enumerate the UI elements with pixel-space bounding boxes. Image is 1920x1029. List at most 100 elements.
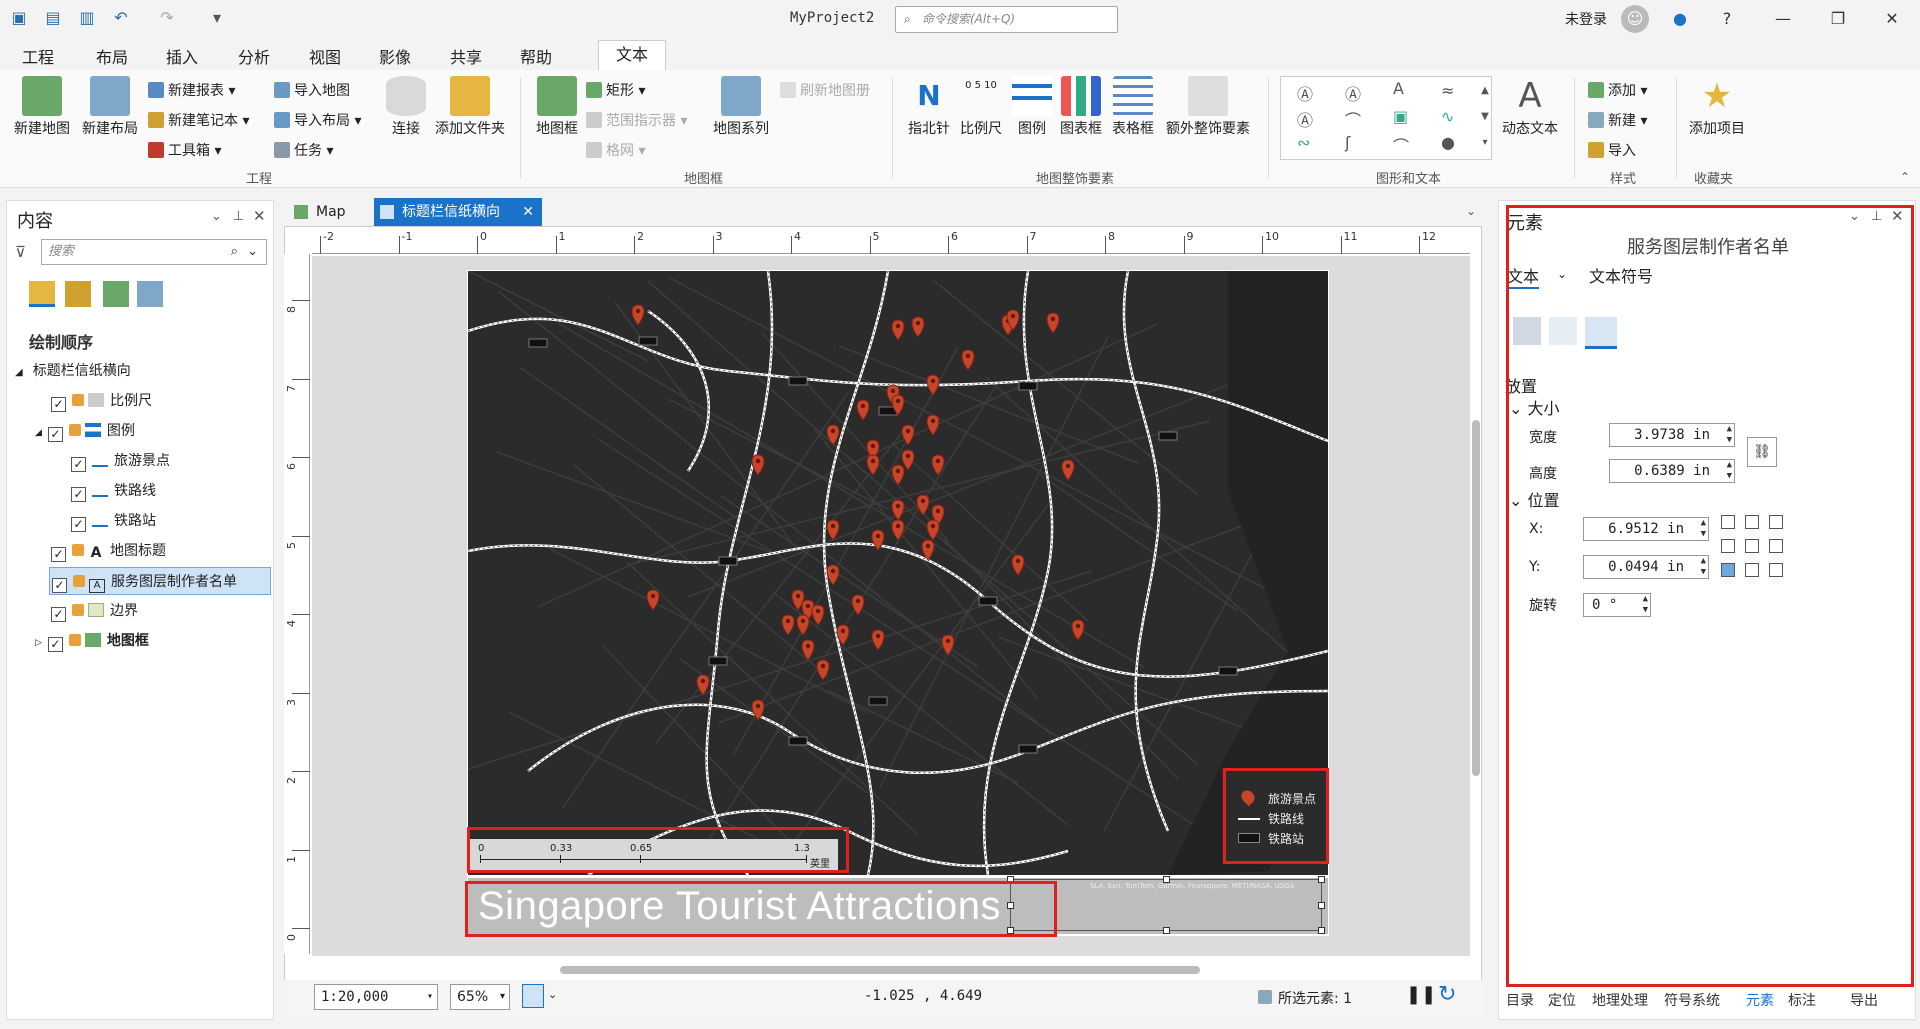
visibility-checkbox[interactable]: ✓ — [71, 487, 86, 502]
layer-row-map-frame[interactable]: ▷ ✓ 地图框 — [35, 629, 149, 653]
tab-geoprocessing[interactable]: 地理处理 — [1592, 990, 1648, 1010]
login-status[interactable]: 未登录 — [1565, 9, 1607, 29]
import-style-button[interactable]: 导入 — [1588, 140, 1636, 160]
task-button[interactable]: 任务 ▾ — [274, 140, 333, 160]
tab-catalog[interactable]: 目录 — [1506, 990, 1534, 1010]
new-notebook-button[interactable]: 新建笔记本 ▾ — [148, 110, 249, 130]
tab-list-icon[interactable]: ⌄ — [1466, 204, 1476, 218]
tab-export[interactable]: 导出 — [1850, 990, 1878, 1010]
menu-layout[interactable]: 布局 — [96, 44, 128, 68]
add-style-button[interactable]: 添加 ▾ — [1588, 80, 1647, 100]
layer-row-scalebar[interactable]: ✓ 比例尺 — [51, 389, 152, 413]
new-report-button[interactable]: 新建报表 ▾ — [148, 80, 235, 100]
visibility-checkbox[interactable]: ✓ — [47, 637, 63, 652]
lock-icon[interactable] — [72, 604, 84, 616]
expand-icon[interactable]: ◢ — [35, 428, 42, 438]
zoom-select[interactable]: 65% ▾ — [450, 984, 510, 1010]
close-icon[interactable]: ✕ — [1877, 6, 1907, 32]
visibility-checkbox[interactable]: ✓ — [51, 607, 66, 622]
graphics-gallery[interactable]: Ⓐ Ⓐ A ≈ Ⓐ ⌒ ▣ ∿ ∾ ʃ ⌒ ● — [1280, 76, 1492, 160]
menu-help[interactable]: 帮助 — [520, 44, 552, 68]
scale-bar-button[interactable]: 0 5 10 比例尺 — [956, 76, 1006, 138]
lock-icon[interactable] — [72, 394, 84, 406]
save-icon[interactable]: ▥ — [76, 8, 98, 28]
list-by-source-icon[interactable] — [65, 281, 91, 307]
menu-imagery[interactable]: 影像 — [379, 44, 411, 68]
table-frame-button[interactable]: 表格框 — [1108, 76, 1158, 138]
rectangle-button[interactable]: 矩形 ▾ — [586, 80, 645, 100]
grid-button[interactable]: 格网 ▾ — [586, 140, 645, 160]
layer-row-border[interactable]: ✓ 边界 — [51, 599, 138, 623]
layer-row-credits-selected[interactable]: ✓ A 服务图层制作者名单 — [49, 567, 271, 595]
resize-handle[interactable] — [1318, 927, 1325, 934]
list-by-selection-icon[interactable] — [103, 281, 129, 307]
visibility-checkbox[interactable]: ✓ — [52, 578, 67, 593]
avatar[interactable]: ☺ — [1621, 5, 1649, 33]
open-folder-icon[interactable]: ▤ — [42, 8, 64, 28]
pane-options-icon[interactable]: ⌄ — [211, 209, 222, 224]
fixed-zoom-icon[interactable] — [522, 984, 544, 1008]
tab-layout[interactable]: 标题栏信纸横向 ✕ — [374, 198, 542, 226]
resize-handle[interactable] — [1163, 927, 1170, 934]
vertical-scrollbar[interactable] — [1472, 420, 1480, 776]
help-icon[interactable]: ? — [1712, 6, 1742, 32]
visibility-checkbox[interactable]: ✓ — [51, 397, 66, 412]
map-series-button[interactable]: 地图系列 — [708, 76, 774, 138]
pause-icon[interactable]: ❚❚ — [1406, 984, 1436, 1005]
layout-node[interactable]: ◢ 标题栏信纸横向 — [15, 359, 131, 383]
map-frame[interactable] — [468, 271, 1328, 875]
menu-analysis[interactable]: 分析 — [238, 44, 270, 68]
tab-locate[interactable]: 定位 — [1548, 990, 1576, 1010]
list-by-editing-icon[interactable] — [137, 281, 163, 307]
map-frame-button[interactable]: 地图框 — [532, 76, 582, 138]
redo-icon[interactable]: ↷ — [156, 8, 178, 28]
resize-handle[interactable] — [1163, 876, 1170, 883]
lock-icon[interactable] — [68, 424, 81, 436]
legend-item-row[interactable]: ✓ 铁路线 — [71, 479, 156, 503]
list-by-drawing-order-icon[interactable] — [29, 281, 55, 307]
tab-map[interactable]: Map — [288, 198, 368, 226]
chart-frame-button[interactable]: 图表框 — [1056, 76, 1106, 138]
filter-icon[interactable]: ⊽ — [15, 243, 26, 261]
new-style-button[interactable]: 新建 ▾ — [1588, 110, 1647, 130]
contents-search-input[interactable]: 搜索 ⌕ ⌄ — [41, 239, 267, 265]
lock-icon[interactable] — [72, 544, 84, 556]
expand-icon[interactable]: ◢ — [15, 367, 23, 378]
tab-labeling[interactable]: 标注 — [1788, 990, 1816, 1010]
legend-item-row[interactable]: ✓ 旅游景点 — [71, 449, 170, 473]
minimize-icon[interactable]: — — [1768, 6, 1798, 32]
menu-insert[interactable]: 插入 — [166, 44, 199, 72]
restore-icon[interactable]: ❐ — [1823, 6, 1853, 32]
import-layout-button[interactable]: 导入布局 ▾ — [274, 110, 361, 130]
customize-toolbar-icon[interactable]: ▾ — [206, 8, 228, 28]
north-arrow-button[interactable]: N 指北针 — [904, 76, 954, 138]
new-layout-button[interactable]: 新建布局 — [78, 76, 142, 138]
layer-row-legend[interactable]: ◢ ✓ 图例 — [35, 419, 135, 443]
menu-project[interactable]: 工程 — [22, 44, 54, 68]
pin-icon[interactable]: ⊥ — [233, 209, 244, 224]
menu-text[interactable]: 文本 — [598, 40, 666, 70]
more-surround-button[interactable]: 额外整饰要素 — [1162, 76, 1254, 138]
command-search-input[interactable]: ⌕ 命令搜索(Alt+Q) — [895, 6, 1118, 33]
connect-button[interactable]: 连接 — [384, 76, 428, 138]
toolbox-button[interactable]: 工具箱 ▾ — [148, 140, 221, 160]
legend-button[interactable]: 图例 — [1010, 76, 1054, 138]
new-project-icon[interactable]: ▣ — [8, 8, 30, 28]
layer-row-map-title[interactable]: ✓ A 地图标题 — [51, 539, 166, 563]
menu-view[interactable]: 视图 — [309, 44, 341, 68]
lock-icon[interactable] — [73, 575, 85, 587]
visibility-checkbox[interactable]: ✓ — [71, 517, 86, 532]
legend-item-row[interactable]: ✓ 铁路站 — [71, 509, 156, 533]
menu-share[interactable]: 共享 — [450, 44, 482, 68]
dynamic-text-button[interactable]: A 动态文本 — [1498, 76, 1562, 138]
tab-symbology[interactable]: 符号系统 — [1664, 990, 1720, 1010]
scale-select[interactable]: 1:20,000 ▾ — [314, 984, 438, 1010]
notification-icon[interactable]: ● — [1665, 6, 1695, 32]
resize-handle[interactable] — [1318, 902, 1325, 909]
refresh-icon[interactable]: ↻ — [1438, 982, 1456, 1007]
extent-indicator-button[interactable]: 范围指示器 ▾ — [586, 110, 687, 130]
close-icon[interactable]: ✕ — [253, 207, 266, 225]
add-folder-button[interactable]: 添加文件夹 — [432, 76, 508, 138]
chevron-down-icon[interactable]: ⌄ — [247, 240, 258, 264]
refresh-map-series-button[interactable]: 刷新地图册 — [780, 80, 870, 100]
